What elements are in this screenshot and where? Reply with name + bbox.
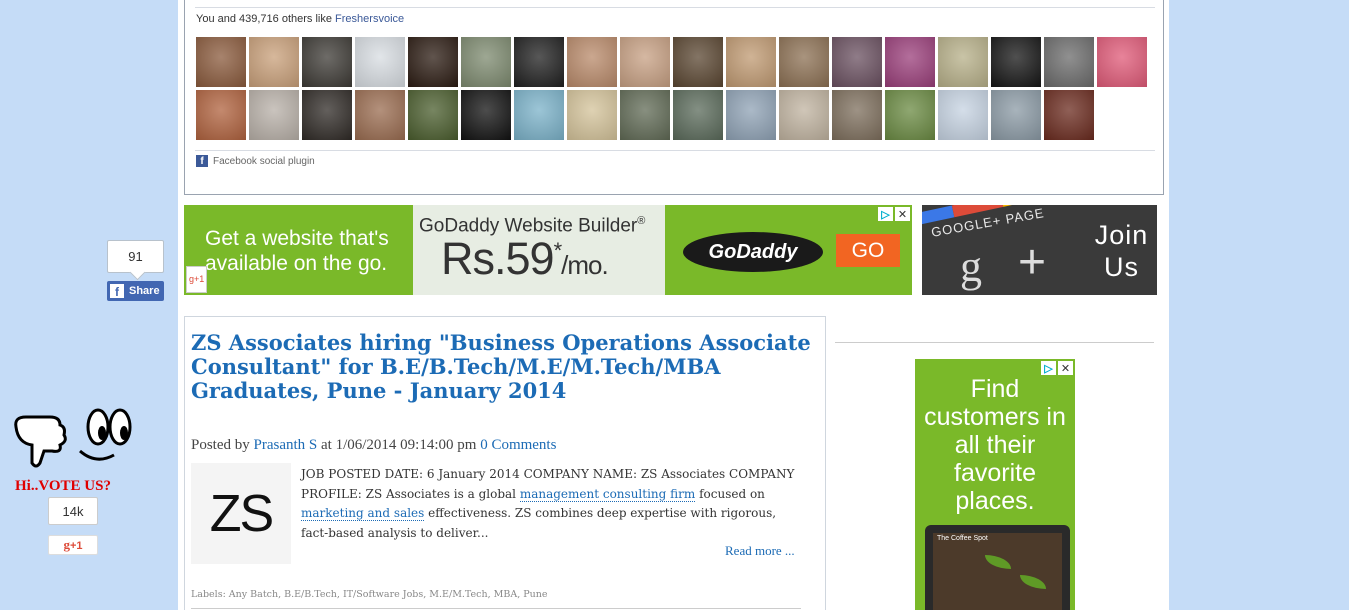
fb-friend-avatar[interactable] <box>461 90 511 140</box>
fb-friend-avatar[interactable] <box>620 37 670 87</box>
sidebar-ad-choices: ▷ ✕ <box>1041 361 1073 375</box>
fb-friend-avatar[interactable] <box>779 37 829 87</box>
gplus-vote-label: +1 <box>69 540 83 552</box>
fb-friend-avatar[interactable] <box>620 90 670 140</box>
fb-friend-avatar[interactable] <box>567 37 617 87</box>
fb-friend-avatar[interactable] <box>514 90 564 140</box>
fb-friend-avatar[interactable] <box>196 90 246 140</box>
post-labels-divider <box>191 608 801 609</box>
post-title[interactable]: ZS Associates hiring "Business Operation… <box>191 331 811 403</box>
fb-friend-avatar[interactable] <box>779 90 829 140</box>
fb-friend-avatar[interactable] <box>726 37 776 87</box>
gplus-g-icon: g <box>960 242 982 291</box>
excerpt-text-2: focused on <box>695 486 765 501</box>
fb-friend-avatar[interactable] <box>832 37 882 87</box>
post-comments-link[interactable]: 0 Comments <box>480 437 556 453</box>
fb-friend-avatar[interactable] <box>249 90 299 140</box>
fb-plugin-label: Facebook social plugin <box>213 155 315 167</box>
fb-friend-avatar[interactable] <box>938 90 988 140</box>
adchoices-icon[interactable]: ▷ <box>1041 361 1056 375</box>
adchoices-icon[interactable]: ▷ <box>878 207 893 221</box>
facebook-icon: f <box>110 284 124 298</box>
ad-left-text: Get a website that's available on the go… <box>205 227 389 275</box>
fb-friend-avatar[interactable] <box>991 90 1041 140</box>
fb-friend-avatar[interactable] <box>938 37 988 87</box>
post-meta: Posted by Prasanth S at 1/06/2014 09:14:… <box>191 437 556 454</box>
godaddy-ad-banner[interactable]: Get a website that's available on the go… <box>184 205 912 295</box>
read-more-link[interactable]: Read more ... <box>725 543 795 559</box>
fb-friend-avatar[interactable] <box>355 37 405 87</box>
posted-by-label: Posted by <box>191 437 250 453</box>
post-labels: Labels: Any Batch, B.E/B.Tech, IT/Softwa… <box>191 589 548 600</box>
ad-go-button[interactable]: GO <box>836 234 900 267</box>
fb-friend-avatar[interactable] <box>408 90 458 140</box>
sidebar-ad[interactable]: ▷ ✕ Find customers in all their favorite… <box>915 359 1075 610</box>
ad-price-panel: GoDaddy Website Builder® Rs.59*/mo. <box>413 205 665 295</box>
fb-friend-avatar[interactable] <box>514 37 564 87</box>
fb-friend-avatar[interactable] <box>991 37 1041 87</box>
post-thumbnail[interactable]: ZS <box>191 463 291 564</box>
post-author-link[interactable]: Prasanth S <box>254 437 318 453</box>
at-label: at <box>321 437 332 453</box>
fb-like-count-text: You and 439,716 others like Freshersvoic… <box>196 13 404 25</box>
ad-brand-panel: GoDaddy GO ▷ ✕ <box>665 205 912 295</box>
ad-left-panel: Get a website that's available on the go… <box>184 205 413 295</box>
sidebar-divider <box>835 342 1154 343</box>
ad-price-star: * <box>553 238 563 263</box>
close-icon[interactable]: ✕ <box>895 207 910 221</box>
vote-count-bubble: 14k <box>48 497 98 525</box>
gplus-plus-icon: + <box>1018 236 1047 289</box>
fb-friend-avatar[interactable] <box>249 37 299 87</box>
fb-friend-avatar[interactable] <box>726 90 776 140</box>
post-datetime: 1/06/2014 09:14:00 pm <box>335 437 477 453</box>
vote-us-title: Hi..VOTE US? <box>15 478 111 494</box>
fb-top-divider <box>195 7 1155 8</box>
share-label: Share <box>129 285 160 297</box>
fb-friend-avatar[interactable] <box>461 37 511 87</box>
fb-friend-avatar[interactable] <box>1044 37 1094 87</box>
facebook-icon: f <box>196 155 208 167</box>
fb-friend-avatar[interactable] <box>673 37 723 87</box>
fb-friend-avatar[interactable] <box>1097 37 1147 87</box>
facebook-share-button[interactable]: f Share <box>107 281 164 301</box>
ad-price-unit: /mo. <box>561 250 609 280</box>
fb-friend-avatar[interactable] <box>673 90 723 140</box>
fb-social-plugin[interactable]: f Facebook social plugin <box>196 155 315 167</box>
ad-choices: ▷ ✕ <box>878 207 910 221</box>
facebook-like-box: You and 439,716 others like Freshersvoic… <box>184 0 1164 195</box>
ad-gplus-button[interactable]: g+1 <box>186 266 208 293</box>
ad-price-main: Rs.59 <box>441 233 555 284</box>
ad-price: Rs.59*/mo. <box>441 233 609 285</box>
fb-friend-avatar[interactable] <box>567 90 617 140</box>
post-excerpt: JOB POSTED DATE: 6 January 2014 COMPANY … <box>301 465 801 543</box>
fb-friend-avatar[interactable] <box>302 90 352 140</box>
excerpt-link-consulting[interactable]: management consulting firm <box>519 486 696 502</box>
pointing-hand-eyes-icon <box>14 408 132 468</box>
fb-friend-avatar[interactable] <box>1044 90 1094 140</box>
fb-friend-avatar[interactable] <box>355 90 405 140</box>
fb-friend-avatar[interactable] <box>832 90 882 140</box>
fb-friend-avatar[interactable] <box>885 90 935 140</box>
share-count-bubble: 91 <box>107 240 164 273</box>
fb-friend-avatar[interactable] <box>885 37 935 87</box>
fb-page-link[interactable]: Freshersvoice <box>335 13 404 25</box>
fb-like-prefix: You and 439,716 others like <box>196 13 336 25</box>
fb-friend-avatar[interactable] <box>408 37 458 87</box>
tablet-caption: The Coffee Spot <box>937 535 988 542</box>
sidebar-ad-text: Find customers in all their favorite pla… <box>924 375 1066 515</box>
ad-product-mark: ® <box>637 215 646 227</box>
post-card: ZS Associates hiring "Business Operation… <box>184 316 826 610</box>
fb-friend-avatar[interactable] <box>196 37 246 87</box>
google-plus-join-banner[interactable]: GOOGLE+ PAGE g + Join Us <box>922 205 1157 295</box>
fb-friend-avatar[interactable] <box>302 37 352 87</box>
gplus-vote-button[interactable]: g+1 <box>48 535 98 555</box>
close-icon[interactable]: ✕ <box>1058 361 1073 375</box>
godaddy-logo: GoDaddy <box>683 232 823 272</box>
excerpt-link-marketing[interactable]: marketing and sales <box>301 506 425 521</box>
page-column: You and 439,716 others like Freshersvoic… <box>178 0 1169 610</box>
tablet-screen <box>933 533 1062 610</box>
fb-bottom-divider <box>195 150 1155 151</box>
sidebar-ad-tablet-image: The Coffee Spot <box>925 525 1070 610</box>
gplus-join-text: Join Us <box>1094 220 1149 282</box>
